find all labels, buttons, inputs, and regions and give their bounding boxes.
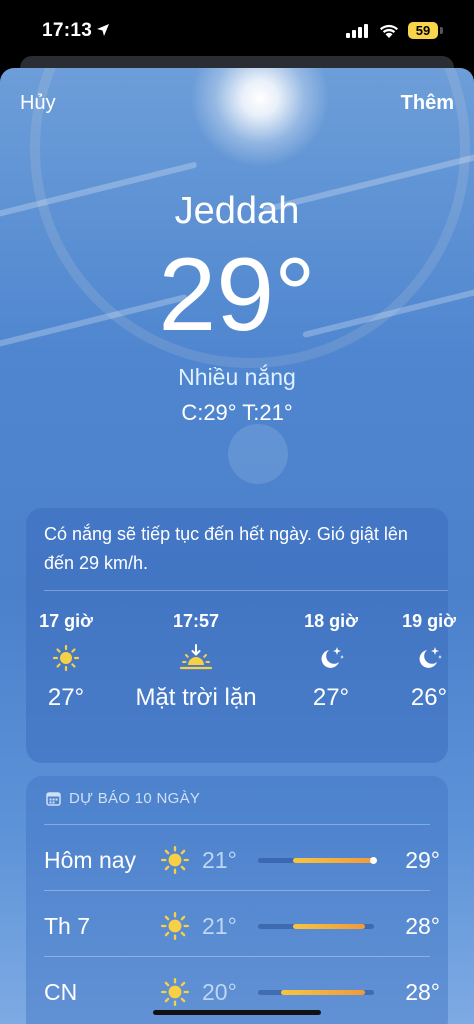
forecast-row[interactable]: Hôm nay 21° 29°	[44, 824, 440, 891]
temperature-range-bar	[258, 857, 377, 864]
forecast-header: DỰ BÁO 10 NGÀY	[46, 790, 200, 807]
weather-preview-sheet: Hủy Thêm Jeddah 29° Nhiều nắng C:29° T:2…	[0, 68, 474, 1024]
hour-temperature: 27°	[47, 684, 85, 711]
battery-tip	[440, 27, 443, 34]
lens-flare	[228, 424, 288, 484]
moon-stars-icon	[419, 647, 442, 668]
ten-day-forecast-card[interactable]: DỰ BÁO 10 NGÀY Hôm nay 21° 29° Th 7 21° …	[26, 776, 448, 1024]
hour-label: 19 giờ	[402, 611, 456, 631]
low-temperature: 21°	[202, 913, 237, 939]
moon-stars-icon	[321, 647, 344, 668]
city-name: Jeddah	[174, 190, 300, 232]
calendar-icon	[46, 792, 61, 806]
temperature-range-fill	[292, 858, 374, 863]
weather-condition: Nhiều nắng	[178, 364, 296, 390]
high-low-temperature: C:29° T:21°	[181, 400, 293, 425]
forecast-row[interactable]: Th 7 21° 28°	[44, 890, 440, 957]
forecast-summary: Có nắng sẽ tiếp tục đến hết ngày. Gió gi…	[44, 524, 408, 573]
hour-label: 17:57	[172, 611, 220, 631]
hourly-item: 17 giờ 27°	[28, 611, 104, 712]
temperature-range-fill	[281, 990, 365, 995]
hour-temperature: Mặt trời lặn	[135, 684, 257, 711]
sun-icon	[160, 911, 190, 941]
low-temperature: 21°	[202, 847, 237, 873]
low-temperature: 20°	[202, 979, 237, 1005]
cellular-signal-icon	[346, 24, 368, 38]
high-temperature: 28°	[405, 913, 440, 939]
sun-icon	[160, 977, 190, 1007]
sunset-icon	[179, 644, 213, 670]
forecast-header-label: DỰ BÁO 10 NGÀY	[69, 790, 201, 807]
hour-temperature: 27°	[312, 684, 350, 711]
current-temperature-dot	[370, 857, 377, 864]
sun-icon	[160, 845, 190, 875]
hour-label: 18 giờ	[304, 611, 358, 631]
high-temperature: 28°	[405, 979, 440, 1005]
status-bar: 17:13 59	[0, 0, 474, 60]
sun-icon	[52, 644, 80, 672]
hourly-item: 17:57 Mặt trời lặn	[126, 611, 266, 712]
cancel-button[interactable]: Hủy	[20, 92, 56, 115]
wifi-icon	[380, 24, 398, 38]
forecast-day: Th 7	[44, 913, 91, 939]
forecast-day: CN	[44, 979, 78, 1005]
hourly-item: 18 giờ 27°	[292, 611, 370, 712]
temperature-range-fill	[292, 924, 365, 929]
forecast-day: Hôm nay	[44, 847, 137, 873]
high-temperature: 29°	[405, 847, 440, 873]
temperature-range-bar	[258, 924, 374, 929]
divider	[44, 590, 448, 591]
battery-indicator: 59	[408, 22, 438, 39]
location-arrow-icon	[97, 24, 109, 36]
home-indicator[interactable]	[153, 1010, 321, 1015]
hour-label: 17 giờ	[39, 611, 93, 631]
current-temperature: 29°	[158, 237, 316, 353]
add-button[interactable]: Thêm	[401, 92, 454, 115]
status-time: 17:13	[42, 20, 93, 41]
hourly-item: 19 giờ 26°	[392, 611, 466, 712]
temperature-range-bar	[258, 990, 374, 995]
hourly-forecast-card[interactable]: Có nắng sẽ tiếp tục đến hết ngày. Gió gi…	[26, 508, 456, 763]
hour-temperature: 26°	[410, 684, 448, 711]
